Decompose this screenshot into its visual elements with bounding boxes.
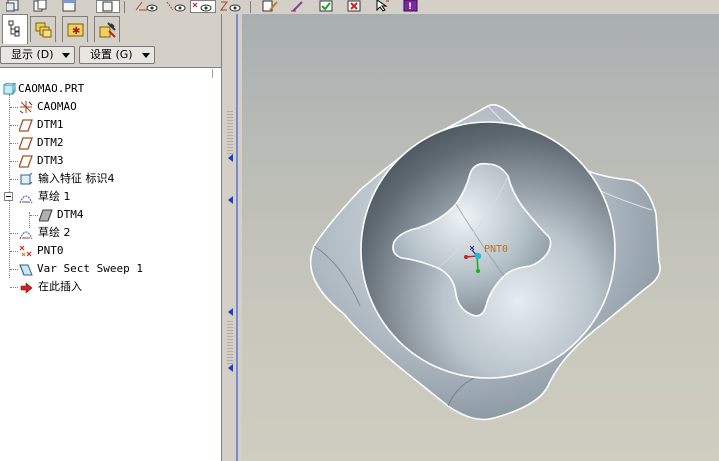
model-tree: CAOMAO.PRT CAOMAO DTM1 DTM2 DTM3 输入特征 标识… [0, 80, 221, 461]
datum-point-label[interactable]: PNT0 [484, 244, 508, 255]
csys-icon [19, 101, 33, 114]
sash-grip[interactable] [227, 320, 233, 364]
tree-item-csys[interactable]: CAOMAO [0, 98, 221, 116]
tree-item-import-feature[interactable]: 输入特征 标识4 [0, 170, 221, 188]
datum-plane-icon [18, 155, 33, 168]
tree-item-var-sect-sweep[interactable]: Var Sect Sweep 1 [0, 260, 221, 278]
model-tree-tab[interactable] [2, 14, 28, 44]
toolbar-separator [250, 1, 251, 13]
check-icon[interactable] [318, 0, 336, 12]
tree-item-dtm1[interactable]: DTM1 [0, 116, 221, 134]
tree-item-label: 输入特征 标识4 [38, 172, 115, 185]
axis-display-icon[interactable] [164, 0, 188, 12]
window-icon[interactable] [62, 0, 76, 12]
close-icon[interactable] [346, 0, 364, 12]
sash-grip[interactable] [227, 110, 233, 154]
tree-item-dtm3[interactable]: DTM3 [0, 152, 221, 170]
panel-splitter[interactable] [222, 14, 242, 461]
tree-item-label: DTM3 [37, 154, 64, 167]
sketch-datum-display-icon[interactable] [135, 0, 159, 12]
navigator-menus: 显示 (D) 设置 (G) [0, 44, 221, 66]
tree-item-label: DTM1 [37, 118, 64, 131]
show-menu[interactable]: 显示 (D) [0, 46, 75, 64]
tree-column-header[interactable] [0, 67, 221, 81]
top-toolbar: ! [0, 0, 719, 15]
copy-icon[interactable] [33, 0, 47, 12]
datum-plane-icon [18, 119, 33, 132]
tree-item-label: 在此插入 [38, 280, 82, 293]
sketch-icon [19, 191, 33, 204]
select-icon[interactable] [374, 0, 392, 12]
settings-menu[interactable]: 设置 (G) [79, 46, 155, 64]
settings-menu-label: 设置 (G) [90, 48, 133, 61]
navigator-tabs: ✱ [0, 14, 221, 44]
tree-item-label: PNT0 [37, 244, 64, 257]
chevron-left-icon[interactable] [228, 154, 233, 162]
redline-icon[interactable] [290, 0, 308, 12]
datum-point-icon [19, 245, 33, 258]
graphics-window[interactable]: PNT0 [242, 14, 719, 461]
datum-plane-icon [38, 209, 53, 222]
chevron-left-icon[interactable] [228, 196, 233, 204]
model-view: PNT0 [310, 103, 661, 421]
navigator-panel: ✱ 显示 (D) 设置 (G) CAOMAO.PRT CAOMAO DTM1 D… [0, 14, 222, 461]
collapse-toggle[interactable] [4, 192, 13, 201]
svg-text:!: ! [408, 2, 412, 12]
tree-item-dtm2[interactable]: DTM2 [0, 134, 221, 152]
chevron-down-icon [62, 53, 70, 58]
connections-icon [99, 22, 116, 38]
layers-icon [35, 22, 52, 38]
connections-tab[interactable] [94, 16, 120, 42]
part-icon [2, 82, 17, 96]
show-menu-label: 显示 (D) [11, 48, 54, 61]
chevron-left-icon[interactable] [228, 308, 233, 316]
tree-item-sketch-1[interactable]: 草绘 1 [0, 188, 221, 206]
favorites-icon: ✱ [67, 23, 84, 37]
point-display-icon[interactable] [190, 0, 216, 13]
tree-item-dtm4[interactable]: DTM4 [0, 206, 221, 224]
import-feature-icon [19, 172, 33, 186]
tree-item-label: CAOMAO.PRT [18, 82, 85, 95]
chevron-left-icon[interactable] [228, 364, 233, 372]
layer-tree-tab[interactable] [30, 16, 56, 42]
model-icon[interactable] [96, 0, 120, 13]
tree-item-part[interactable]: CAOMAO.PRT [0, 80, 221, 98]
favorites-tab[interactable]: ✱ [62, 16, 88, 42]
sweep-icon [19, 263, 33, 276]
splitter-line [236, 14, 238, 461]
insert-arrow-icon [20, 281, 34, 294]
tree-item-sketch-2[interactable]: 草绘 2 [0, 224, 221, 242]
csys-display-icon[interactable] [219, 0, 243, 12]
tree-item-pnt0[interactable]: PNT0 [0, 242, 221, 260]
datum-plane-icon [18, 137, 33, 150]
tree-item-label: CAOMAO [37, 100, 77, 113]
tree-item-label: 草绘 2 [38, 226, 71, 239]
datum-point-marker[interactable] [474, 252, 482, 260]
tree-item-label: 草绘 1 [38, 190, 71, 203]
toolbar-separator [124, 1, 125, 13]
tree-item-label: Var Sect Sweep 1 [37, 262, 143, 275]
svg-text:✱: ✱ [72, 26, 80, 37]
info-icon[interactable]: ! [402, 0, 420, 12]
tree-item-label: DTM4 [57, 208, 84, 221]
part-icon[interactable] [6, 0, 20, 12]
tree-item-label: DTM2 [37, 136, 64, 149]
tree-item-insert-here[interactable]: 在此插入 [0, 278, 221, 296]
sketch-icon [19, 227, 33, 240]
chevron-down-icon [142, 53, 150, 58]
model-tree-icon [8, 20, 20, 37]
edit-icon[interactable] [262, 0, 280, 12]
